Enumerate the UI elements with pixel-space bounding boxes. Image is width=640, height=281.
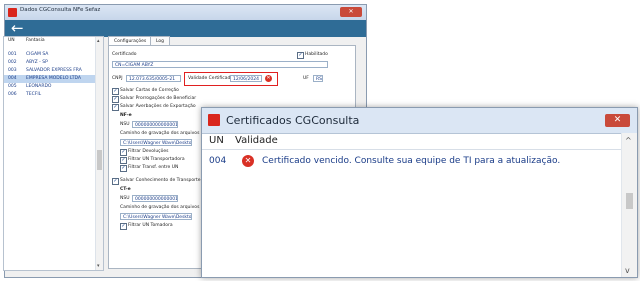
dialog-table-header: UN Validade [202, 133, 622, 150]
filtrar-un-transportadora-label: Filtrar UN Transportadora [128, 157, 185, 162]
row-un: 001 [8, 52, 17, 57]
error-icon: ✕ [265, 75, 272, 82]
list-header: UN Fantasia [4, 37, 103, 51]
main-window-title: Dados CGConsulta NFe Sefaz [20, 7, 101, 13]
row-un: 006 [8, 92, 17, 97]
column-header-validade[interactable]: Validade [235, 135, 278, 146]
validade-field[interactable]: 12/06/2024 [230, 75, 262, 82]
cnpj-field[interactable]: 12.073.635/0005-21 [126, 75, 181, 82]
close-button[interactable]: ✕ [340, 7, 362, 17]
column-header-fantasia[interactable]: Fantasia [26, 38, 45, 43]
habilitado-label: Habilitado [305, 52, 328, 57]
list-row[interactable]: 001 CIGAM SA [4, 51, 103, 59]
certificado-label: Certificado [112, 52, 137, 57]
uf-field[interactable]: RS [313, 75, 323, 82]
row-message: Certificado vencido. Consulte sua equipe… [262, 156, 561, 166]
row-name: ABYZ - SP [26, 60, 48, 65]
nsu-nfe-label: NSU [120, 122, 130, 127]
row-un: 004 [209, 156, 227, 166]
list-row[interactable]: 003 SALVADOR EXPRESS FRA [4, 67, 103, 75]
filtrar-devolucoes-checkbox[interactable]: ✓ [120, 149, 127, 156]
scroll-down-icon[interactable]: ▾ [97, 263, 100, 269]
row-un: 004 [8, 76, 17, 81]
filtrar-transf-label: Filtrar Transf. entre UN [128, 165, 179, 170]
tab-strip: Configurações Log [108, 36, 356, 46]
column-header-un[interactable]: UN [8, 38, 15, 43]
list-row[interactable]: 005 LEONARDO [4, 83, 103, 91]
filtrar-transf-checkbox[interactable]: ✓ [120, 165, 127, 172]
uf-label: UF [303, 76, 309, 81]
salvar-prorrogacoes-checkbox[interactable]: ✓ [112, 96, 119, 103]
caminho-nfe-label: Caminho de gravação dos arquivos XML [120, 131, 211, 136]
row-name: CIGAM SA [26, 52, 49, 57]
app-icon [8, 8, 17, 17]
dialog-scrollbar[interactable]: ^ v [621, 133, 637, 277]
row-name: TECFIL [26, 92, 42, 97]
filtrar-un-tomadora-checkbox[interactable]: ✓ [120, 223, 127, 230]
salvar-cartas-label: Salvar Cartas de Correção [120, 88, 179, 93]
certificado-field[interactable]: CN=CIGAM ABYZ [112, 61, 328, 68]
company-list: UN Fantasia 001 CIGAM SA 002 ABYZ - SP 003… [3, 36, 104, 271]
nav-bar: ← [5, 20, 366, 37]
dialog-title: Certificados CGConsulta [226, 114, 360, 127]
cte-section-label: CT-e [120, 187, 131, 192]
filtrar-un-tomadora-label: Filtrar UN Tomadora [128, 223, 173, 228]
scroll-thumb[interactable] [626, 193, 633, 209]
salvar-cartas-checkbox[interactable]: ✓ [112, 88, 119, 95]
cnpj-label: CNPJ [112, 76, 123, 81]
app-icon [208, 114, 220, 126]
row-un: 002 [8, 60, 17, 65]
filtrar-devolucoes-label: Filtrar Devoluções [128, 149, 169, 154]
list-row-selected[interactable]: 004 EMPRESA MODELO LTDA [4, 75, 103, 83]
table-row[interactable]: 004 ✕ Certificado vencido. Consulte sua … [202, 153, 622, 169]
filtrar-un-transportadora-checkbox[interactable]: ✓ [120, 157, 127, 164]
list-row[interactable]: 006 TECFIL [4, 91, 103, 99]
row-name: SALVADOR EXPRESS FRA [26, 68, 82, 73]
scroll-up-icon[interactable]: ^ [625, 136, 632, 145]
salvar-averbacoes-label: Salvar Averbações de Exportação [120, 104, 196, 109]
scroll-thumb[interactable] [97, 150, 102, 170]
salvar-prorrogacoes-label: Salvar Prorrogações de Beneficiar [120, 96, 197, 101]
row-name: LEONARDO [26, 84, 52, 89]
dialog-close-button[interactable]: ✕ [605, 114, 630, 127]
main-title-bar: Dados CGConsulta NFe Sefaz ✕ [5, 5, 366, 20]
salvar-conhecimento-checkbox[interactable]: ✓ [112, 178, 119, 185]
salvar-averbacoes-checkbox[interactable]: ✓ [112, 104, 119, 111]
scroll-up-icon[interactable]: ▴ [97, 38, 100, 44]
row-un: 005 [8, 84, 17, 89]
row-un: 003 [8, 68, 17, 73]
column-header-un[interactable]: UN [209, 135, 224, 146]
list-scrollbar[interactable]: ▴ ▾ [95, 37, 103, 270]
salvar-conhecimento-label: Salvar Conhecimento de Transporte [120, 178, 201, 183]
caminho-cte-label: Caminho de gravação dos arquivos XML [120, 205, 211, 210]
back-arrow-icon[interactable]: ← [11, 20, 24, 37]
row-name: EMPRESA MODELO LTDA [26, 76, 82, 81]
scroll-down-icon[interactable]: v [625, 266, 630, 275]
habilitado-checkbox[interactable]: ✓ [297, 52, 304, 59]
validade-label: Validade Certificado [188, 76, 234, 81]
caminho-nfe-field[interactable]: C:\Users\Wagner Wave\Desktop\CG [120, 139, 192, 146]
dialog-title-bar: Certificados CGConsulta ✕ [202, 108, 637, 134]
list-row[interactable]: 002 ABYZ - SP [4, 59, 103, 67]
caminho-cte-field[interactable]: C:\Users\Wagner Wave\Desktop\C [120, 213, 192, 220]
nsu-cte-field[interactable]: 000000000000001 [132, 195, 178, 202]
certificates-dialog: Certificados CGConsulta ✕ UN Validade 00… [201, 107, 638, 278]
nsu-cte-label: NSU [120, 196, 130, 201]
error-icon: ✕ [242, 155, 254, 167]
nfe-section-label: NF-e [120, 113, 132, 118]
nsu-nfe-field[interactable]: 000000000000001 [132, 121, 178, 128]
